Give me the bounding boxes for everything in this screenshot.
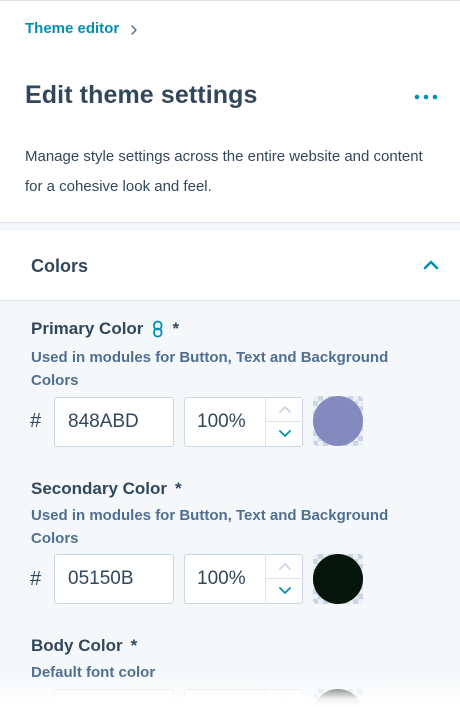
primary-color-opacity-input[interactable]: 100% bbox=[184, 397, 303, 447]
page-header: Theme editor Edit theme settings Manage … bbox=[0, 0, 460, 223]
breadcrumb[interactable]: Theme editor bbox=[25, 20, 140, 37]
primary-color-help: Used in modules for Button, Text and Bac… bbox=[31, 349, 389, 389]
increment-button[interactable] bbox=[266, 554, 303, 578]
chevron-up-icon[interactable] bbox=[422, 258, 440, 272]
opacity-stepper[interactable] bbox=[265, 397, 303, 447]
required-marker: * bbox=[130, 636, 138, 655]
increment-button[interactable] bbox=[266, 397, 303, 421]
chevron-up-icon bbox=[278, 562, 291, 570]
required-marker: * bbox=[175, 479, 182, 498]
opacity-value: 100% bbox=[197, 411, 246, 432]
chevron-down-icon bbox=[278, 430, 291, 437]
opacity-stepper[interactable] bbox=[265, 554, 303, 604]
field-label-text: Body Color bbox=[31, 636, 123, 655]
field-label-text: Secondary Color bbox=[31, 479, 168, 498]
secondary-color-help: Used in modules for Button, Text and Bac… bbox=[31, 507, 389, 547]
decrement-button[interactable] bbox=[266, 578, 303, 602]
color-swatch bbox=[313, 554, 363, 604]
opacity-value: 100% bbox=[197, 568, 246, 589]
colors-section-header[interactable]: Colors bbox=[0, 231, 460, 301]
body-color-swatch-button[interactable] bbox=[313, 689, 363, 707]
body-color-help: Default font color bbox=[31, 664, 156, 681]
section-title: Colors bbox=[31, 256, 89, 276]
secondary-color-swatch-button[interactable] bbox=[313, 554, 363, 604]
page-title: Edit theme settings bbox=[25, 81, 258, 109]
breadcrumb-link-theme-editor[interactable]: Theme editor bbox=[25, 20, 119, 37]
color-swatch bbox=[313, 689, 363, 707]
field-label-text: Primary Color bbox=[31, 319, 144, 338]
body-color-label: Body Color * bbox=[31, 636, 137, 656]
page-description: Manage style settings across the entire … bbox=[25, 148, 423, 195]
hash-label: # bbox=[30, 410, 42, 432]
body-color-opacity-input[interactable] bbox=[184, 689, 303, 707]
primary-color-label: Primary Color * bbox=[31, 319, 179, 339]
more-icon bbox=[414, 94, 438, 100]
chevron-up-icon bbox=[278, 405, 291, 413]
opacity-stepper[interactable] bbox=[265, 689, 303, 707]
hash-label: # bbox=[30, 568, 42, 590]
decrement-button[interactable] bbox=[266, 421, 303, 445]
secondary-color-hex-input[interactable]: 05150B bbox=[54, 554, 174, 604]
primary-color-swatch-button[interactable] bbox=[313, 396, 363, 446]
chevron-down-icon bbox=[278, 587, 291, 594]
increment-button[interactable] bbox=[266, 689, 303, 707]
link-icon[interactable] bbox=[152, 320, 164, 338]
chevron-up-icon bbox=[278, 697, 291, 705]
more-options-button[interactable] bbox=[408, 84, 444, 110]
chevron-right-icon bbox=[128, 23, 140, 35]
secondary-color-opacity-input[interactable]: 100% bbox=[184, 554, 303, 604]
secondary-color-label: Secondary Color * bbox=[31, 479, 182, 499]
body-color-hex-input[interactable] bbox=[54, 689, 174, 707]
required-marker: * bbox=[172, 319, 180, 338]
primary-color-hex-input[interactable]: 848ABD bbox=[54, 397, 174, 447]
color-swatch bbox=[313, 396, 363, 446]
